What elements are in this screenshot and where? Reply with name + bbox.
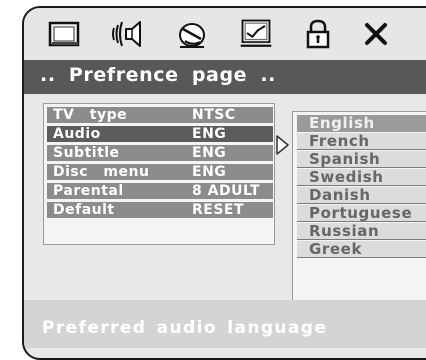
option-french[interactable]: French [297, 133, 426, 150]
option-label: Danish [309, 186, 371, 204]
menu-item-value: RESET [192, 202, 245, 218]
option-label: Portuguese [309, 204, 413, 222]
option-spanish[interactable]: Spanish [297, 151, 426, 168]
menu-item-value: 8 ADULT [192, 183, 261, 199]
option-swedish[interactable]: Swedish [297, 169, 426, 186]
menu-item-label: Audio [53, 126, 101, 142]
menu-item-value: ENG [192, 145, 227, 161]
option-danish[interactable]: Danish [297, 187, 426, 204]
settings-menu: TV type NTSC Audio ENG Subtitle ENG Disc… [43, 103, 275, 245]
audio-language-options: English French Spanish Swedish Danish Po… [292, 111, 426, 301]
tv-icon[interactable] [46, 18, 82, 50]
option-label: Spanish [309, 150, 381, 168]
close-icon[interactable] [358, 18, 394, 50]
menu-item-subtitle[interactable]: Subtitle ENG [47, 145, 273, 161]
lock-icon[interactable] [300, 18, 336, 50]
option-russian[interactable]: Russian [297, 223, 426, 240]
subtitle-icon[interactable] [174, 18, 210, 50]
menu-item-audio[interactable]: Audio ENG [47, 126, 273, 142]
menu-item-label: Parental [53, 183, 124, 199]
option-label: Russian [309, 222, 380, 240]
menu-item-value: ENG [192, 126, 227, 142]
disc-menu-icon[interactable] [238, 18, 274, 50]
option-label: Greek [309, 240, 363, 258]
setup-menu-frame: .. Prefrence page .. TV type NTSC Audio … [22, 6, 426, 360]
status-text: Preferred audio language [42, 318, 328, 338]
audio-icon[interactable] [110, 18, 146, 50]
option-label: English [309, 114, 375, 132]
menu-item-value: ENG [192, 164, 227, 180]
menu-item-parental[interactable]: Parental 8 ADULT [47, 183, 273, 199]
menu-item-label: Disc menu [53, 164, 150, 180]
menu-item-default[interactable]: Default RESET [47, 202, 273, 218]
menu-item-label: TV type [53, 107, 128, 123]
option-portuguese[interactable]: Portuguese [297, 205, 426, 222]
title-bar: .. Prefrence page .. [24, 60, 426, 94]
icon-bar [24, 8, 426, 60]
option-label: Swedish [309, 168, 384, 186]
page-title: .. Prefrence page .. [40, 64, 277, 86]
option-greek[interactable]: Greek [297, 241, 426, 258]
menu-item-disc-menu[interactable]: Disc menu ENG [47, 164, 273, 180]
option-label: French [309, 132, 370, 150]
submenu-arrow-icon [276, 135, 290, 159]
menu-item-value: NTSC [192, 107, 236, 123]
menu-item-label: Subtitle [53, 145, 120, 161]
option-english[interactable]: English [297, 115, 426, 132]
menu-item-label: Default [53, 202, 115, 218]
menu-item-tv-type[interactable]: TV type NTSC [47, 107, 273, 123]
